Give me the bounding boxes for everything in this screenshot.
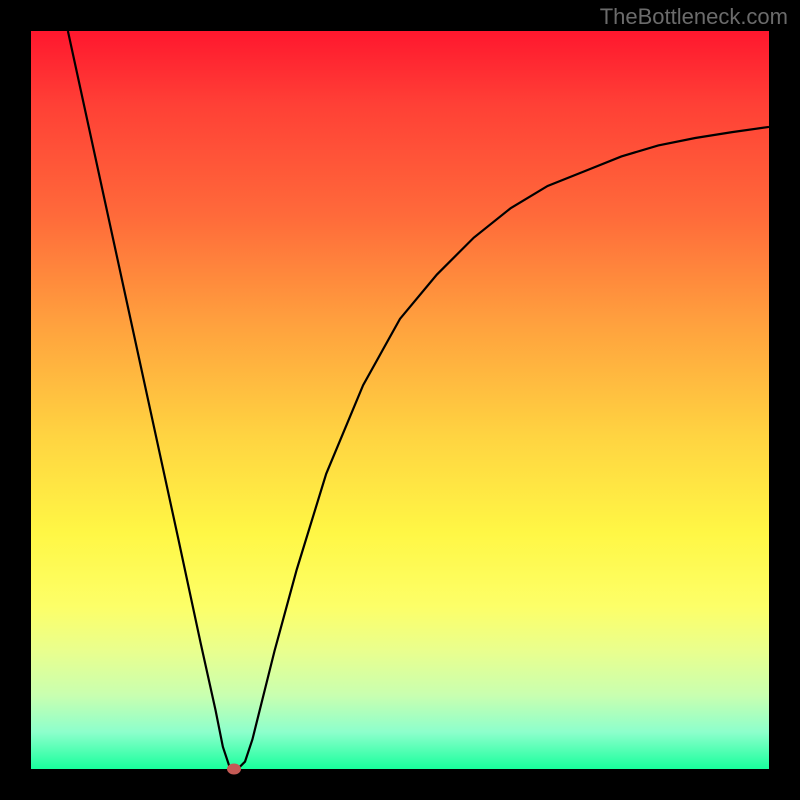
chart-container: TheBottleneck.com: [0, 0, 800, 800]
min-marker: [227, 764, 241, 775]
watermark-text: TheBottleneck.com: [600, 4, 788, 30]
plot-area: [31, 31, 769, 769]
bottleneck-curve: [68, 31, 769, 769]
curve-svg: [31, 31, 769, 769]
